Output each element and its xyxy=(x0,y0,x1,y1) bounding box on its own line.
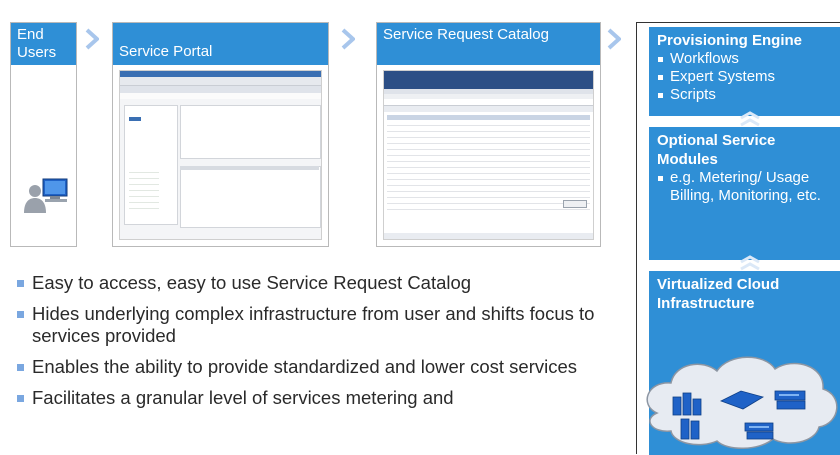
flow-arrow-icon xyxy=(607,28,621,50)
end-users-header: End Users xyxy=(11,23,76,65)
benefit-item: Hides underlying complex infrastructure … xyxy=(16,303,616,347)
flow-arrow-icon xyxy=(85,28,99,50)
end-users-box: End Users xyxy=(10,22,77,247)
infrastructure-panel: Provisioning Engine Workflows Expert Sys… xyxy=(636,22,840,455)
service-portal-header: Service Portal xyxy=(113,23,328,65)
optional-modules-box: Optional Service Modules e.g. Metering/ … xyxy=(649,127,840,260)
cloud-infrastructure-title: Virtualized Cloud Infrastructure xyxy=(657,276,780,312)
modules-item: e.g. Metering/ Usage Billing, Monitoring… xyxy=(657,169,833,205)
provisioning-engine-box: Provisioning Engine Workflows Expert Sys… xyxy=(649,27,840,116)
double-chevron-icon xyxy=(740,255,760,271)
benefit-item: Enables the ability to provide standardi… xyxy=(16,356,616,378)
flow-arrow-icon xyxy=(341,28,355,50)
catalog-screenshot-thumbnail xyxy=(383,70,594,240)
double-chevron-icon xyxy=(740,111,760,127)
cloud-servers-icon xyxy=(646,356,838,449)
user-computer-icon xyxy=(24,178,68,213)
service-portal-box: Service Portal xyxy=(112,22,329,247)
provisioning-engine-title: Provisioning Engine xyxy=(657,32,803,49)
benefits-list: Easy to access, easy to use Service Requ… xyxy=(16,272,616,418)
engine-item: Workflows xyxy=(657,50,833,68)
catalog-header: Service Request Catalog xyxy=(377,23,600,65)
service-portal-label: Service Portal xyxy=(119,43,213,60)
benefit-item: Easy to access, easy to use Service Requ… xyxy=(16,272,616,294)
engine-item: Scripts xyxy=(657,86,833,104)
cloud-infrastructure-box: Virtualized Cloud Infrastructure xyxy=(646,271,840,455)
catalog-box: Service Request Catalog xyxy=(376,22,601,247)
benefit-item: Facilitates a granular level of services… xyxy=(16,387,616,409)
optional-modules-title: Optional Service Modules xyxy=(657,132,776,168)
engine-item: Expert Systems xyxy=(657,68,833,86)
portal-screenshot-thumbnail xyxy=(119,70,322,240)
